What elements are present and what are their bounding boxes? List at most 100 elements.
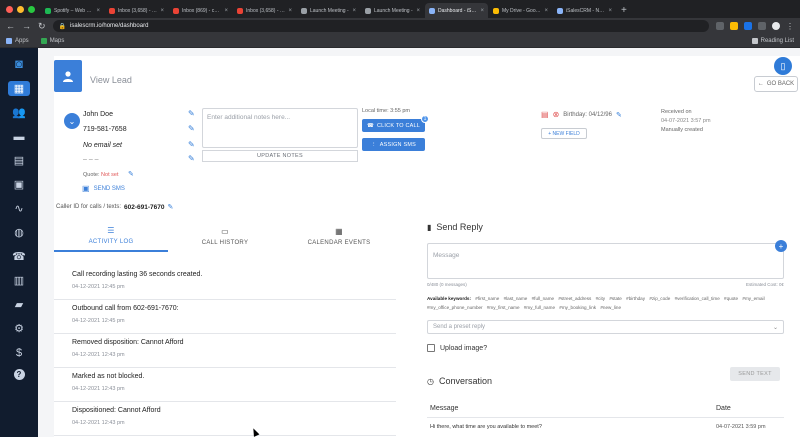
table-row[interactable]: Hi there, what time are you available to… bbox=[427, 420, 784, 437]
profile-avatar[interactable] bbox=[772, 22, 780, 30]
user-icon bbox=[63, 71, 73, 82]
close-tab-icon[interactable]: × bbox=[224, 8, 228, 14]
browser-tab[interactable]: iSalesCRM - New ...× bbox=[553, 3, 616, 18]
bookmark-label: Maps bbox=[49, 37, 65, 44]
bookmark-maps[interactable]: Maps bbox=[40, 37, 65, 44]
browser-tab[interactable]: My Drive - Google...× bbox=[489, 3, 552, 18]
bookmarks-bar: Apps Maps Reading List bbox=[0, 34, 800, 48]
truck-icon[interactable]: ▰ bbox=[8, 297, 30, 312]
close-tab-icon[interactable]: × bbox=[480, 8, 484, 14]
extensions-area: ⋮ bbox=[716, 22, 794, 31]
dollar-icon[interactable]: $ bbox=[8, 345, 30, 360]
keyword-chip[interactable]: #my_booking_link bbox=[559, 305, 596, 310]
forward-arrow-icon[interactable]: → bbox=[22, 18, 31, 34]
reload-icon[interactable]: ↻ bbox=[38, 18, 46, 34]
minimize-window-button[interactable] bbox=[17, 5, 24, 13]
globe-icon[interactable]: ◍ bbox=[8, 225, 30, 240]
edit-quote-pencil-icon[interactable]: ✎ bbox=[128, 170, 134, 178]
zoom-window-button[interactable] bbox=[28, 5, 35, 13]
address-bar[interactable]: 🔒 isalescrm.io/home/dashboard bbox=[52, 20, 709, 32]
tab-favicon-icon bbox=[173, 7, 179, 14]
browser-tab[interactable]: Spotify – Web Pl... × bbox=[41, 3, 104, 18]
new-field-button[interactable]: + NEW FIELD bbox=[541, 128, 587, 139]
keyword-chip[interactable]: #new_line bbox=[600, 305, 621, 310]
browser-tab[interactable]: Inbox (3,658) - ee... × bbox=[233, 3, 296, 18]
keyword-chip[interactable]: #state bbox=[609, 296, 622, 301]
send-sms-link[interactable]: ▣ SEND SMS bbox=[82, 184, 125, 193]
back-arrow-icon[interactable]: ← bbox=[6, 18, 15, 34]
chat-icon[interactable]: ▬ bbox=[8, 129, 30, 144]
new-tab-button[interactable]: + bbox=[621, 3, 627, 18]
notes-textarea[interactable]: Enter additional notes here... bbox=[202, 108, 358, 148]
help-icon[interactable]: ? bbox=[13, 369, 25, 380]
click-to-call-button[interactable]: ☎ CLICK TO CALL bbox=[362, 119, 425, 132]
preset-reply-select[interactable]: Send a preset reply ⌄ bbox=[427, 320, 784, 334]
upload-image-checkbox[interactable] bbox=[427, 344, 435, 352]
available-keywords: Available keywords: #first_name #last_na… bbox=[427, 294, 784, 312]
keyword-chip[interactable]: #first_name bbox=[475, 296, 499, 301]
close-tab-icon[interactable]: × bbox=[544, 8, 548, 14]
reading-list[interactable]: Reading List bbox=[751, 37, 794, 44]
phone-icon[interactable]: ☎ bbox=[8, 249, 30, 264]
browser-tab[interactable]: Inbox (3,658) - je... × bbox=[105, 3, 168, 18]
send-text-button[interactable]: SEND TEXT bbox=[730, 367, 780, 381]
edit-phone-pencil-icon[interactable]: ✎ bbox=[188, 124, 195, 133]
close-tab-icon[interactable]: × bbox=[416, 8, 420, 14]
gear-icon[interactable]: ⚙ bbox=[8, 321, 30, 336]
keyword-chip[interactable]: #city bbox=[596, 296, 605, 301]
go-back-button[interactable]: ← GO BACK bbox=[754, 76, 798, 92]
keyword-chip[interactable]: #my_full_name bbox=[524, 305, 555, 310]
tab-call-history[interactable]: ▭ CALL HISTORY bbox=[168, 220, 282, 252]
bookmark-apps[interactable]: Apps bbox=[6, 37, 29, 44]
share-icon[interactable] bbox=[716, 22, 724, 30]
puzzle-icon[interactable] bbox=[758, 22, 766, 30]
clipboard-icon[interactable]: ▥ bbox=[8, 273, 30, 288]
update-notes-button[interactable]: UPDATE NOTES bbox=[202, 150, 358, 162]
browser-tab[interactable]: Launch Meeting - × bbox=[361, 3, 424, 18]
edit-caller-id-pencil-icon[interactable]: ✎ bbox=[168, 203, 174, 211]
close-window-button[interactable] bbox=[6, 5, 13, 13]
browser-tab[interactable]: Inbox (869) - carl... × bbox=[169, 3, 232, 18]
keyword-chip[interactable]: #my_email bbox=[742, 296, 764, 301]
edit-email-pencil-icon[interactable]: ✎ bbox=[188, 140, 195, 149]
browser-tab[interactable]: Launch Meeting - × bbox=[297, 3, 360, 18]
keyword-chip[interactable]: #my_first_name bbox=[487, 305, 520, 310]
assign-sms-button[interactable]: ⋮ ASSIGN SMS bbox=[362, 138, 425, 151]
add-attachment-icon[interactable]: + bbox=[775, 240, 787, 252]
close-tab-icon[interactable]: × bbox=[160, 8, 164, 14]
keyword-chip[interactable]: #last_name bbox=[504, 296, 528, 301]
keyword-chip[interactable]: #street_address bbox=[558, 296, 591, 301]
analytics-icon[interactable]: ∿ bbox=[8, 201, 30, 216]
upload-image-option[interactable]: Upload image? bbox=[427, 344, 487, 352]
close-tab-icon[interactable]: × bbox=[288, 8, 292, 14]
lead-email: No email set bbox=[83, 142, 122, 149]
keyword-chip[interactable]: #birthday bbox=[626, 296, 645, 301]
edit-birthday-pencil-icon[interactable]: ✎ bbox=[616, 111, 622, 119]
keyword-chip[interactable]: #my_office_phone_number bbox=[427, 305, 483, 310]
users-icon[interactable]: 👥 bbox=[8, 105, 30, 120]
keyword-chip[interactable]: #quote bbox=[724, 296, 738, 301]
calendar-icon[interactable]: ▣ bbox=[8, 177, 30, 192]
message-input[interactable]: Message bbox=[427, 243, 784, 279]
logo-icon[interactable]: ◙ bbox=[8, 56, 30, 71]
mobile-phone-icon[interactable]: ▯ bbox=[774, 57, 792, 75]
keyword-chip[interactable]: #full_name bbox=[532, 296, 554, 301]
close-tab-icon[interactable]: × bbox=[96, 8, 100, 14]
more-menu-icon[interactable]: ⋮ bbox=[786, 22, 794, 31]
browser-tab[interactable]: Dashboard - iSale...× bbox=[425, 3, 488, 18]
close-tab-icon[interactable]: × bbox=[608, 8, 612, 14]
window-controls bbox=[4, 0, 41, 18]
keyword-chip[interactable]: #verification_call_time bbox=[675, 296, 720, 301]
extension-icon[interactable] bbox=[744, 22, 752, 30]
expand-lead-chevron-icon[interactable]: ⌄ bbox=[64, 113, 80, 129]
close-tab-icon[interactable]: × bbox=[352, 8, 356, 14]
edit-name-pencil-icon[interactable]: ✎ bbox=[188, 109, 195, 118]
keyword-chip[interactable]: #zip_code bbox=[649, 296, 670, 301]
dashboard-icon[interactable]: ▦ bbox=[8, 81, 30, 96]
bookmark-star-icon[interactable] bbox=[730, 22, 738, 30]
edit-extra-pencil-icon[interactable]: ✎ bbox=[188, 154, 195, 163]
tab-calendar-events[interactable]: ▦ CALENDAR EVENTS bbox=[282, 220, 396, 252]
remove-field-icon[interactable]: ⊗ bbox=[553, 110, 560, 119]
inbox-icon[interactable]: ▤ bbox=[8, 153, 30, 168]
tab-activity-log[interactable]: ☰ ACTIVITY LOG bbox=[54, 220, 168, 252]
